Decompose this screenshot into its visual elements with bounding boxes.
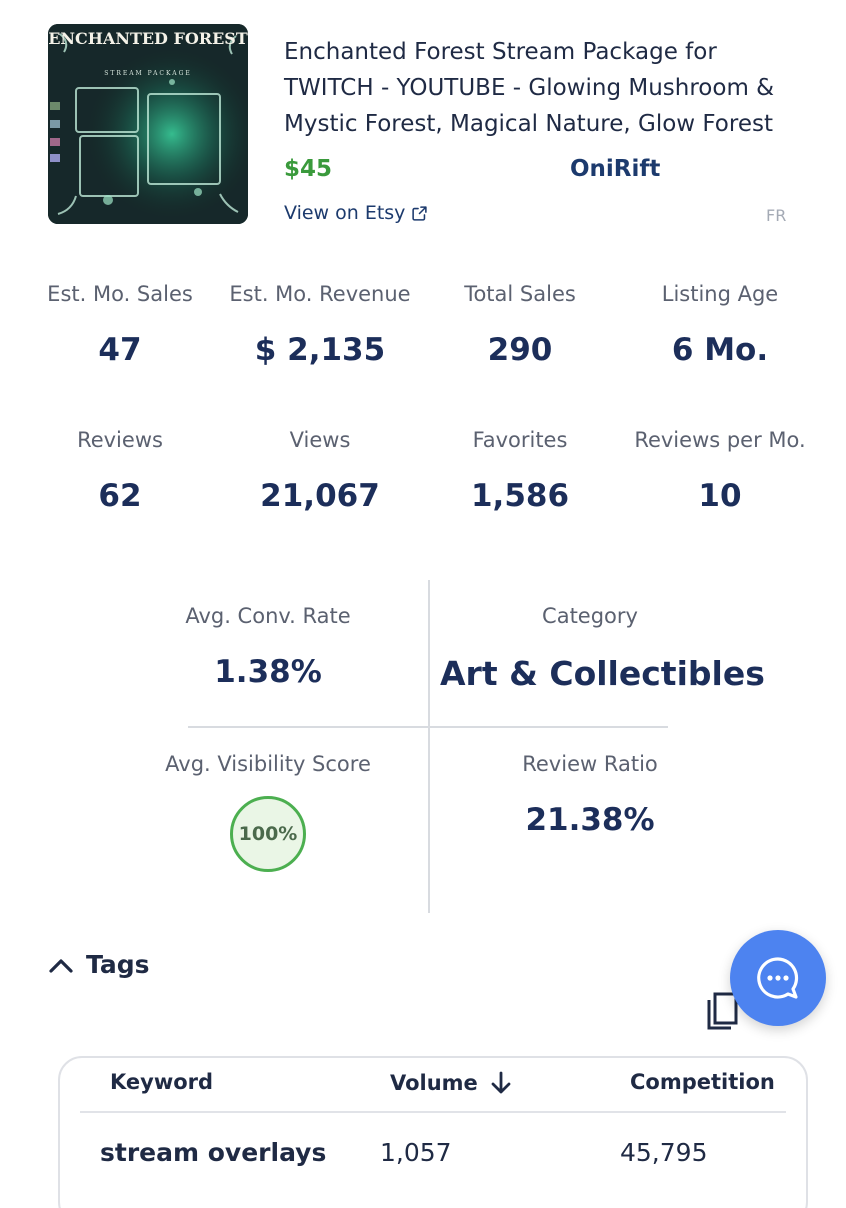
stat-value: 62 [98,478,142,514]
stat-label: Est. Mo. Sales [47,282,193,306]
image-subtitle-text: STREAM PACKAGE [104,70,192,77]
stat-est-mo-revenue: Est. Mo. Revenue $ 2,135 [220,282,420,368]
tag-volume: 1,057 [380,1138,452,1167]
chevron-up-icon [49,958,73,973]
arrow-down-icon [491,1071,511,1094]
column-header-volume-label: Volume [390,1071,478,1095]
stat-est-mo-sales: Est. Mo. Sales 47 [20,282,220,368]
product-image [48,24,248,224]
stat-value: 21,067 [260,478,380,514]
listing-title: Enchanted Forest Stream Package for TWIT… [284,39,775,137]
metric-avg-visibility-score: Avg. Visibility Score 100% [138,752,398,872]
stat-value: 47 [98,332,142,368]
view-on-etsy-link[interactable]: View on Etsy [284,202,428,224]
stat-label: Listing Age [661,282,779,306]
product-thumbnail[interactable]: ENCHANTED FOREST STREAM PACKAGE [48,24,248,224]
listing-price: $45 [284,156,333,182]
stat-listing-age: Listing Age 6 Mo. [620,282,820,368]
metrics-divider-vertical [428,580,430,913]
column-header-competition[interactable]: Competition [630,1070,775,1094]
metrics-divider-horizontal [188,726,668,728]
column-header-volume[interactable]: Volume [390,1070,514,1096]
stat-value: $ 2,135 [254,332,386,368]
stat-value: 1,586 [470,478,570,514]
stat-reviews-per-mo: Reviews per Mo. 10 [620,428,820,514]
stat-favorites: Favorites 1,586 [420,428,620,514]
chat-bubble-icon [757,957,799,999]
metric-label: Avg. Conv. Rate [185,604,351,628]
tags-section-title: Tags [86,950,150,979]
tag-competition: 45,795 [620,1138,708,1167]
column-header-keyword[interactable]: Keyword [110,1070,213,1094]
stat-label: Reviews per Mo. [634,428,806,452]
metric-avg-conv-rate: Avg. Conv. Rate 1.38% [148,604,388,690]
stat-value: 6 Mo. [671,332,769,368]
metric-value: 21.38% [525,802,655,838]
stat-label: Reviews [77,428,163,452]
stat-views: Views 21,067 [220,428,420,514]
metric-value: Art & Collectibles [440,654,765,693]
stat-label: Est. Mo. Revenue [229,282,411,306]
metric-value: 1.38% [214,654,322,690]
visibility-score-badge: 100% [230,796,306,872]
metric-label: Review Ratio [522,752,658,776]
stat-total-sales: Total Sales 290 [420,282,620,368]
shop-name[interactable]: OniRift [570,156,660,182]
chat-button[interactable] [730,930,826,1026]
metric-category: Category Art & Collectibles [440,604,765,693]
image-title-text: ENCHANTED FOREST [48,29,248,48]
stat-label: Views [289,428,351,452]
external-link-icon [412,205,428,221]
country-code: FR [766,206,787,225]
tags-section-toggle[interactable]: Tags [48,950,149,979]
metric-review-ratio: Review Ratio 21.38% [470,752,710,838]
stat-label: Total Sales [464,282,576,306]
table-header-divider [80,1111,786,1113]
stat-reviews: Reviews 62 [20,428,220,514]
tag-keyword: stream overlays [100,1138,327,1167]
view-on-etsy-label: View on Etsy [284,202,406,224]
metric-label: Category [542,604,638,628]
metric-label: Avg. Visibility Score [165,752,371,776]
stat-value: 290 [487,332,553,368]
stat-value: 10 [698,478,742,514]
stat-label: Favorites [472,428,568,452]
